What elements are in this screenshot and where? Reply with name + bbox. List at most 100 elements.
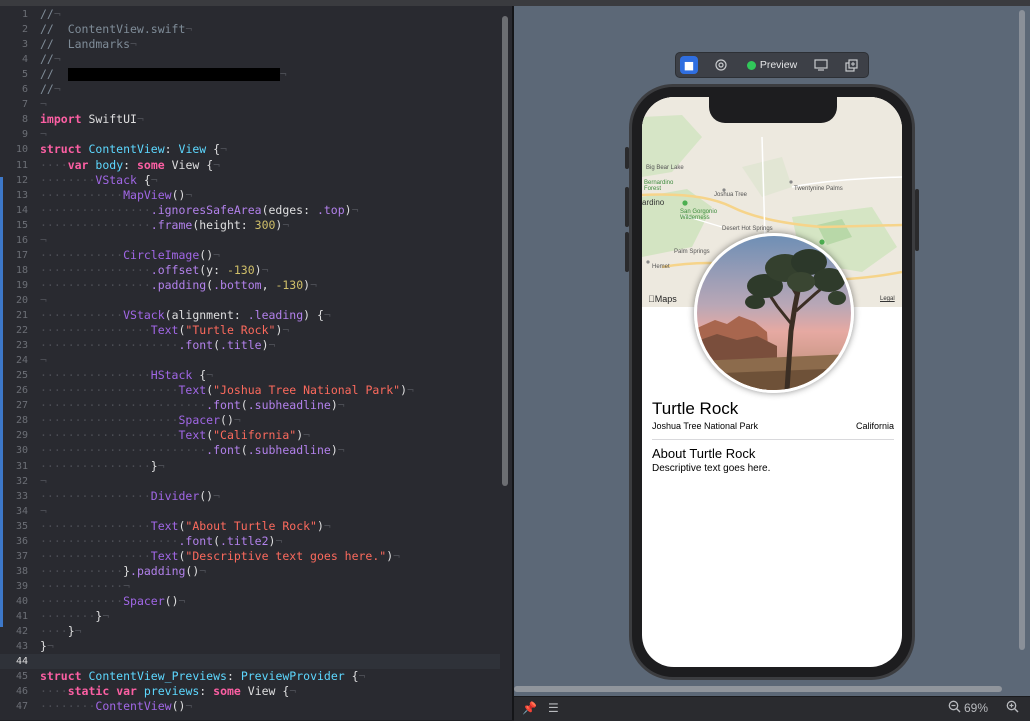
code-line[interactable]: 34 ¬: [0, 504, 500, 519]
code-line[interactable]: 43}¬: [0, 639, 500, 654]
line-number: 27: [15, 400, 28, 412]
code-token: ¬: [74, 624, 82, 639]
line-source: // ¬: [40, 67, 287, 82]
code-token: ¬: [310, 277, 318, 292]
code-line[interactable]: 9 ¬: [0, 127, 500, 142]
code-line[interactable]: 46 ····static var previews: some View {¬: [0, 684, 500, 699]
code-line[interactable]: 44: [0, 654, 500, 670]
code-line[interactable]: 40 ············Spacer()¬: [0, 594, 500, 609]
code-editor[interactable]: 1//¬ 2// ContentView.swift¬ 3// Landmarks¬…: [0, 6, 512, 720]
pin-icon[interactable]: 📌: [522, 701, 537, 715]
editor-scrollbar[interactable]: [502, 16, 508, 486]
code-line[interactable]: 27 ························.font(.subhead…: [0, 398, 500, 413]
code-line[interactable]: 38 ············}.padding()¬: [0, 564, 500, 579]
code-token: ························: [40, 398, 207, 413]
code-line[interactable]: 39 ············¬: [0, 579, 500, 594]
code-token: ····················: [40, 428, 179, 443]
code-line[interactable]: 33 ················Divider()¬: [0, 489, 500, 504]
line-source: ················Text("Descriptive text g…: [40, 549, 400, 564]
code-line[interactable]: 24 ¬: [0, 353, 500, 368]
list-icon[interactable]: ☰: [548, 701, 559, 715]
device-settings-button[interactable]: [812, 56, 830, 74]
canvas-vertical-scrollbar[interactable]: [1019, 10, 1025, 650]
code-line[interactable]: 30 ························.font(.subhead…: [0, 443, 500, 458]
redaction-block: [67, 68, 280, 82]
code-token: View {: [240, 684, 290, 699]
code-line[interactable]: 37 ················Text("Descriptive text…: [0, 549, 500, 564]
inspect-preview-button[interactable]: [712, 56, 730, 74]
code-line[interactable]: 22 ················Text("Turtle Rock")¬: [0, 323, 500, 338]
code-line[interactable]: 4 //¬: [0, 52, 500, 67]
code-token: ················: [40, 518, 151, 533]
live-preview-button[interactable]: ■: [680, 56, 698, 74]
code-line[interactable]: 36 ····················.font(.title2)¬: [0, 534, 500, 549]
iphone-preview: Big Bear Lake Bernardino Forest Joshua T…: [625, 84, 919, 680]
line-number: 28: [15, 415, 28, 427]
code-token: }: [40, 639, 47, 654]
code-line[interactable]: 28 ····················Spacer()¬: [0, 413, 500, 428]
code-token: var: [116, 684, 137, 699]
code-line[interactable]: 10 struct ContentView: View {¬: [0, 142, 500, 157]
code-token: ContentView: [88, 142, 165, 157]
code-line[interactable]: 18 ················.offset(y: -130)¬: [0, 263, 500, 278]
code-line[interactable]: 29 ····················Text("California")…: [0, 428, 500, 443]
code-token: PreviewProvider: [240, 669, 345, 684]
code-line[interactable]: 26 ····················Text("Joshua Tree …: [0, 383, 500, 398]
code-line[interactable]: 42 ····}¬: [0, 624, 500, 639]
code-line[interactable]: 11 ····var body: some View {¬: [0, 158, 500, 173]
power-button: [915, 189, 919, 251]
code-line[interactable]: 8 import SwiftUI¬: [0, 112, 500, 127]
code-line[interactable]: 17 ············CircleImage()¬: [0, 248, 500, 263]
duplicate-preview-button[interactable]: [842, 56, 860, 74]
code-token: .subheadline: [247, 443, 331, 458]
code-line[interactable]: 23 ····················.font(.title)¬: [0, 338, 500, 353]
code-line[interactable]: 14 ················.ignoresSafeArea(edges…: [0, 203, 500, 218]
code-line[interactable]: 15 ················.frame(height: 300)¬: [0, 218, 500, 233]
code-token: ················: [40, 488, 151, 503]
preview-canvas[interactable]: ■ Preview Big Bear Lake Bernardino Fores…: [514, 6, 1030, 696]
phone-screen[interactable]: Big Bear Lake Bernardino Forest Joshua T…: [642, 97, 902, 667]
zoom-level[interactable]: 69%: [964, 701, 988, 715]
code-line[interactable]: 13 ············MapView()¬: [0, 188, 500, 203]
code-token: ¬: [157, 458, 165, 473]
code-token: var: [67, 157, 89, 172]
code-line[interactable]: 5 // ¬: [0, 67, 500, 82]
canvas-horizontal-scrollbar[interactable]: [514, 686, 1002, 692]
line-number: 19: [15, 279, 28, 291]
preview-mode-button[interactable]: Preview: [742, 56, 802, 74]
code-line[interactable]: 25 ················HStack {¬: [0, 368, 500, 383]
code-token: //: [40, 82, 54, 97]
code-token: struct: [40, 669, 82, 684]
line-source: ········VStack {¬: [40, 173, 158, 188]
line-source: }¬: [40, 639, 54, 654]
code-line[interactable]: 47 ········ContentView()¬: [0, 699, 500, 714]
line-source: ····················Text("California")¬: [40, 428, 310, 443]
code-line[interactable]: 2 // ContentView.swift¬: [0, 22, 500, 37]
code-line[interactable]: 32 ¬: [0, 474, 500, 489]
code-line[interactable]: 19 ················.padding(.bottom, -130…: [0, 278, 500, 293]
code-line[interactable]: 6 //¬: [0, 82, 500, 97]
code-line[interactable]: 20 ¬: [0, 293, 500, 308]
code-token: ContentView_Previews: [88, 669, 227, 684]
code-line[interactable]: 31 ················}¬: [0, 459, 500, 474]
code-line[interactable]: 3 // Landmarks¬: [0, 37, 500, 52]
code-line[interactable]: 1 //¬: [0, 7, 500, 22]
code-line[interactable]: 35 ················Text("About Turtle Roc…: [0, 519, 500, 534]
line-source: ············¬: [40, 579, 130, 594]
park-name: Joshua Tree National Park: [652, 421, 759, 431]
code-token: {: [206, 142, 221, 157]
code-token: "California": [213, 428, 297, 443]
code-line[interactable]: 16 ¬: [0, 233, 500, 248]
zoom-out-icon[interactable]: [948, 700, 961, 716]
code-token: ¬: [53, 7, 61, 21]
code-line[interactable]: 7 ¬: [0, 97, 500, 112]
code-line[interactable]: 45 struct ContentView_Previews: PreviewPr…: [0, 669, 500, 684]
code-line[interactable]: 41 ········}¬: [0, 609, 500, 624]
map-legal-link[interactable]: Legal: [880, 296, 895, 302]
code-token: (): [171, 699, 186, 714]
code-token: ¬: [40, 292, 47, 307]
code-line[interactable]: 21 ············VStack(alignment: .leading…: [0, 308, 500, 323]
code-token: ················: [40, 217, 151, 232]
code-line[interactable]: 12 ········VStack {¬: [0, 173, 500, 188]
zoom-in-icon[interactable]: [1006, 700, 1019, 716]
